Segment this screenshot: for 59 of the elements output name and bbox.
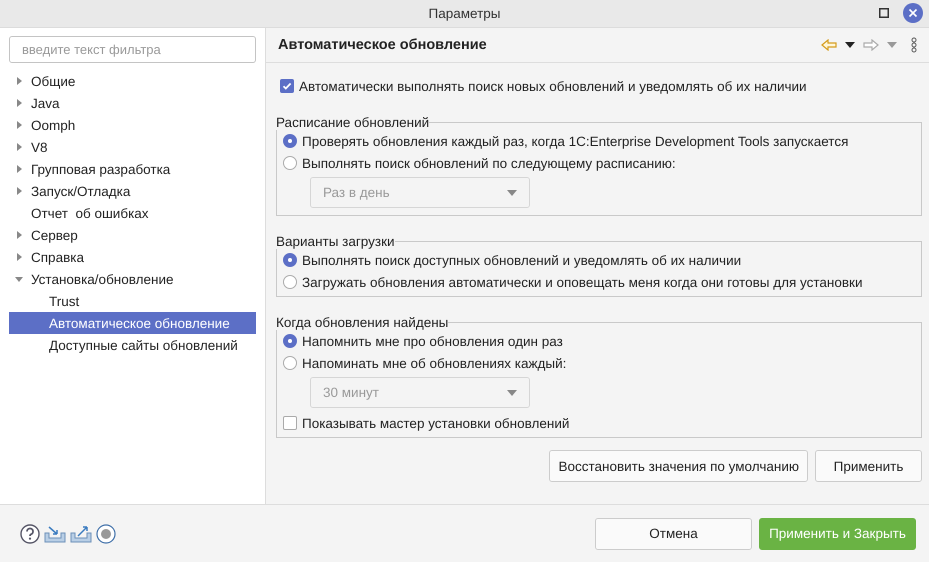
collapsed-arrow-icon[interactable]	[15, 187, 23, 195]
action-button[interactable]: Применить	[815, 450, 922, 482]
radio-label: Проверять обновления каждый раз, когда 1C:Enterprise Development Tools запускается	[302, 134, 848, 148]
group-title: Варианты загрузки	[276, 234, 395, 249]
radio-button[interactable]	[283, 334, 297, 348]
tree-item[interactable]: Запуск/Отладка	[9, 180, 256, 202]
tree-item[interactable]: Oomph	[9, 114, 256, 136]
filter-field[interactable]: введите текст фильтра	[9, 36, 256, 63]
tree-item[interactable]: V8	[9, 136, 256, 158]
dropdown-caret-icon	[507, 190, 517, 196]
tree-item[interactable]: Автоматическое обновление	[9, 312, 256, 334]
radio-label: Напоминать мне об обновлениях каждый:	[302, 356, 566, 370]
action-button[interactable]: Отмена	[595, 518, 752, 550]
tree-item[interactable]: Java	[9, 92, 256, 114]
export-icon[interactable]	[70, 524, 92, 542]
tree-item[interactable]: Доступные сайты обновлений	[9, 334, 256, 356]
tree-item[interactable]: Отчет об ошибках	[9, 202, 256, 224]
radio-button[interactable]	[283, 134, 297, 148]
radio-button[interactable]	[283, 356, 297, 370]
dropdown-caret-icon	[507, 390, 517, 396]
page-title: Автоматическое обновление	[278, 37, 487, 53]
radio-label: Выполнять поиск доступных обновлений и уведомлять об их наличии	[302, 252, 742, 268]
radio-button[interactable]	[283, 253, 297, 267]
dropdown-caret-icon[interactable]	[845, 42, 855, 48]
collapsed-arrow-icon[interactable]	[15, 231, 23, 239]
action-button[interactable]: Восстановить значения по умолчанию	[549, 450, 808, 482]
back-arrow-icon[interactable]	[821, 39, 837, 51]
more-options-icon[interactable]	[911, 37, 917, 53]
tree-item[interactable]: Общие	[9, 70, 256, 92]
collapsed-arrow-icon[interactable]	[15, 253, 23, 261]
radio-label: Загружать обновления автоматически и оповещать меня когда они готовы для установки	[302, 274, 862, 290]
collapsed-arrow-icon[interactable]	[15, 77, 23, 85]
record-icon[interactable]	[96, 524, 116, 544]
expanded-arrow-icon[interactable]	[15, 275, 23, 283]
checkbox[interactable]	[280, 79, 294, 93]
radio-label: Выполнять поиск обновлений по следующему расписанию:	[302, 156, 676, 170]
checkbox-label: Показывать мастер установки обновлений	[302, 416, 570, 430]
maximize-icon[interactable]	[879, 8, 889, 18]
radio-button[interactable]	[283, 156, 297, 170]
collapsed-arrow-icon[interactable]	[15, 143, 23, 151]
close-icon[interactable]	[903, 3, 923, 23]
import-icon[interactable]	[44, 524, 66, 542]
tree-item[interactable]: Справка	[9, 246, 256, 268]
window-title: Параметры	[428, 6, 500, 21]
collapsed-arrow-icon[interactable]	[15, 99, 23, 107]
forward-arrow-icon[interactable]	[863, 39, 879, 51]
help-icon[interactable]	[20, 524, 40, 544]
checkbox[interactable]	[283, 416, 297, 430]
group-title: Расписание обновлений	[276, 115, 430, 130]
tree-item[interactable]: Сервер	[9, 224, 256, 246]
tree-item[interactable]: Групповая разработка	[9, 158, 256, 180]
radio-button[interactable]	[283, 275, 297, 289]
tree-item[interactable]: Установка/обновление	[9, 268, 256, 290]
collapsed-arrow-icon[interactable]	[15, 121, 23, 129]
checkbox-label: Автоматически выполнять поиск новых обновлений и уведомлять об их наличии	[299, 78, 807, 94]
collapsed-arrow-icon[interactable]	[15, 165, 23, 173]
tree-item[interactable]: Trust	[9, 290, 256, 312]
group-title: Когда обновления найдены	[276, 315, 448, 330]
radio-label: Напомнить мне про обновления один раз	[302, 334, 563, 348]
